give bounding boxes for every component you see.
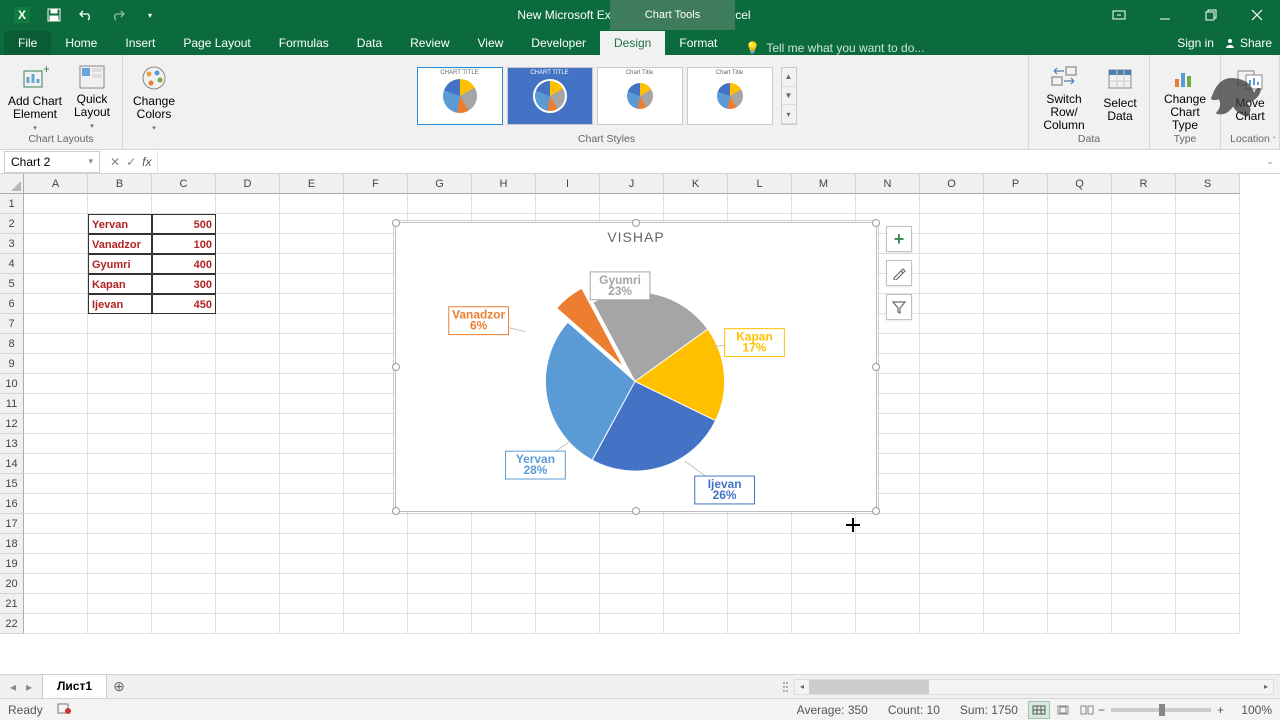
horizontal-scrollbar[interactable]: ◂ ▸	[794, 679, 1274, 695]
change-colors-button[interactable]: Change Colors▾	[129, 61, 179, 131]
view-buttons	[1028, 701, 1098, 719]
resize-handle-ne[interactable]	[872, 219, 880, 227]
tab-view[interactable]: View	[464, 31, 518, 55]
zoom-controls: − + 100%	[1098, 703, 1272, 717]
select-data-button[interactable]: Select Data	[1097, 61, 1143, 131]
chart-styles-button[interactable]	[886, 260, 912, 286]
chart-style-4[interactable]: Chart Title	[687, 67, 773, 125]
svg-text:28%: 28%	[523, 463, 547, 477]
chart-plot-area[interactable]: Gyumri23%Kapan17%Ijevan26%Yervan28%Vanad…	[396, 247, 876, 512]
chart-tools-contextual-tab: Chart Tools	[610, 0, 735, 30]
close-icon[interactable]	[1234, 0, 1280, 30]
formula-bar: Chart 2▾ ✕ ✓ fx ⌄	[0, 150, 1280, 174]
select-all-corner[interactable]	[0, 174, 24, 194]
ribbon: +Add Chart Element▾ Quick Layout▾ Chart …	[0, 55, 1280, 150]
sheet-tab-1[interactable]: Лист1	[42, 674, 107, 698]
normal-view-icon[interactable]	[1028, 701, 1050, 719]
chart-style-2[interactable]: CHART TITLE	[507, 67, 593, 125]
tell-me-input[interactable]: Tell me what you want to do...	[760, 41, 924, 55]
ribbon-options-icon[interactable]	[1096, 0, 1142, 30]
sheet-tab-bar: ◂▸ Лист1 ⊕ ◂ ▸	[0, 674, 1280, 698]
group-chart-styles: CHART TITLE CHART TITLE Chart Title Char…	[185, 55, 1029, 149]
quick-layout-button[interactable]: Quick Layout▾	[68, 61, 116, 131]
add-chart-element-button[interactable]: +Add Chart Element▾	[6, 61, 64, 131]
sheet-nav[interactable]: ◂▸	[0, 680, 42, 694]
chart-style-1[interactable]: CHART TITLE	[417, 67, 503, 125]
zoom-slider[interactable]	[1111, 708, 1211, 712]
status-average: Average: 350	[787, 703, 878, 717]
expand-formula-bar-icon[interactable]: ⌄	[1260, 156, 1280, 167]
worksheet-grid[interactable]: ABCDEFGHIJKLMNOPQRS 12345678910111213141…	[0, 174, 1280, 674]
tab-split-handle[interactable]	[782, 679, 790, 695]
collapse-ribbon-icon[interactable]: ˆ	[1273, 136, 1276, 147]
chart-filters-button[interactable]	[886, 294, 912, 320]
zoom-level[interactable]: 100%	[1230, 703, 1272, 717]
page-break-view-icon[interactable]	[1076, 701, 1098, 719]
status-count: Count: 10	[878, 703, 950, 717]
column-headers[interactable]: ABCDEFGHIJKLMNOPQRS	[24, 174, 1240, 194]
tab-format[interactable]: Format	[665, 31, 731, 55]
tab-formulas[interactable]: Formulas	[265, 31, 343, 55]
tab-design[interactable]: Design	[600, 31, 665, 55]
dragon-icon	[1198, 61, 1268, 131]
chart-style-3[interactable]: Chart Title	[597, 67, 683, 125]
chart-side-buttons: +	[886, 226, 912, 320]
qat-customize-icon[interactable]: ▾	[136, 2, 164, 28]
svg-text:17%: 17%	[743, 341, 767, 355]
redo-icon[interactable]	[104, 2, 132, 28]
undo-icon[interactable]	[72, 2, 100, 28]
window-controls	[1096, 0, 1280, 30]
fx-icon[interactable]: fx	[142, 155, 151, 169]
tab-data[interactable]: Data	[343, 31, 396, 55]
ribbon-tabs: File Home Insert Page Layout Formulas Da…	[0, 30, 1280, 55]
embedded-chart[interactable]: VISHAP Gyumri23%Kapan17%Ijevan26%Yervan2…	[395, 222, 877, 512]
save-icon[interactable]	[40, 2, 68, 28]
title-bar: X ▾ New Microsoft Excel Worksheet.xlsx -…	[0, 0, 1280, 30]
tab-home[interactable]: Home	[51, 31, 111, 55]
share-button[interactable]: Share	[1224, 36, 1272, 50]
tab-page-layout[interactable]: Page Layout	[169, 31, 264, 55]
enter-formula-icon[interactable]: ✓	[126, 155, 136, 169]
group-chart-layouts: +Add Chart Element▾ Quick Layout▾ Chart …	[0, 55, 123, 149]
switch-row-column-button[interactable]: Switch Row/ Column	[1035, 61, 1093, 131]
group-change-colors: Change Colors▾	[123, 55, 185, 149]
minimize-icon[interactable]	[1142, 0, 1188, 30]
restore-icon[interactable]	[1188, 0, 1234, 30]
chart-elements-button[interactable]: +	[886, 226, 912, 252]
page-layout-view-icon[interactable]	[1052, 701, 1074, 719]
svg-text:+: +	[43, 65, 49, 76]
status-sum: Sum: 1750	[950, 703, 1028, 717]
row-headers[interactable]: 12345678910111213141516171819202122	[0, 194, 24, 634]
tab-review[interactable]: Review	[396, 31, 463, 55]
svg-text:23%: 23%	[608, 284, 632, 298]
svg-text:26%: 26%	[713, 488, 737, 502]
cancel-formula-icon[interactable]: ✕	[110, 155, 120, 169]
resize-handle-n[interactable]	[632, 219, 640, 227]
quick-access-toolbar: X ▾	[0, 2, 172, 28]
tab-developer[interactable]: Developer	[517, 31, 600, 55]
new-sheet-button[interactable]: ⊕	[107, 678, 131, 695]
formula-input[interactable]	[157, 151, 1260, 173]
tell-me-icon: 💡	[745, 41, 760, 55]
tab-file[interactable]: File	[4, 31, 51, 55]
excel-icon[interactable]: X	[8, 2, 36, 28]
svg-text:6%: 6%	[470, 319, 488, 333]
macro-record-icon[interactable]	[57, 702, 71, 717]
tab-insert[interactable]: Insert	[111, 31, 169, 55]
status-ready: Ready	[8, 703, 43, 717]
zoom-out-icon[interactable]: −	[1098, 703, 1105, 717]
status-bar: Ready Average: 350 Count: 10 Sum: 1750 −…	[0, 698, 1280, 720]
style-gallery-scroll[interactable]: ▲▼▾	[781, 67, 797, 125]
svg-text:X: X	[18, 8, 26, 22]
name-box[interactable]: Chart 2▾	[4, 151, 100, 173]
sign-in-link[interactable]: Sign in	[1177, 36, 1214, 50]
zoom-in-icon[interactable]: +	[1217, 703, 1224, 717]
group-data: Switch Row/ Column Select Data Data	[1029, 55, 1150, 149]
resize-handle-nw[interactable]	[392, 219, 400, 227]
